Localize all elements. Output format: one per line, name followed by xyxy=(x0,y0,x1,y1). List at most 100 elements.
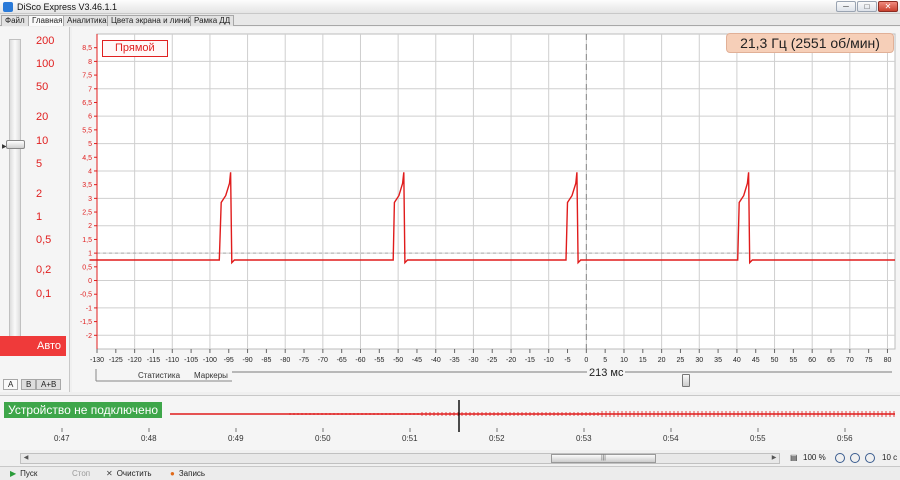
scale-option-0-5[interactable]: 0,5 xyxy=(36,234,51,246)
y-tick-label: 5,5 xyxy=(82,127,92,134)
plot-background xyxy=(96,33,896,350)
x-tick-label: -40 xyxy=(431,357,441,364)
x-tick-label: 70 xyxy=(846,357,854,364)
timeline-tick: 0:54 xyxy=(663,434,679,443)
play-icon: ▶ xyxy=(10,469,17,478)
x-tick-label: 25 xyxy=(677,357,685,364)
x-tick-label: -35 xyxy=(450,357,460,364)
scale-option-100[interactable]: 100 xyxy=(36,58,54,70)
time-scale-rule xyxy=(95,369,892,382)
x-tick-label: -30 xyxy=(468,357,478,364)
x-tick-label: 75 xyxy=(865,357,873,364)
scale-slider-track[interactable] xyxy=(9,39,21,349)
maximize-button[interactable]: □ xyxy=(857,1,877,12)
window-seconds: 10 с xyxy=(882,453,898,462)
x-tick-label: 20 xyxy=(658,357,666,364)
timeline-tick: 0:47 xyxy=(54,434,70,443)
y-tick-label: 7,5 xyxy=(82,73,92,80)
zoom-fit-icon[interactable] xyxy=(865,453,875,467)
x-tick-label: 60 xyxy=(808,357,816,364)
scale-option-1[interactable]: 1 xyxy=(36,211,42,223)
x-tick-label: 55 xyxy=(789,357,797,364)
channel-tab-b[interactable]: B xyxy=(21,379,37,390)
tab-frame[interactable]: Рамка ДД xyxy=(190,15,235,26)
clear-button[interactable]: ✕ Очистить xyxy=(106,468,152,480)
scale-panel: ▶ 200 100 50 20 10 5 2 1 0,5 0,2 0,1 Авт… xyxy=(0,27,70,392)
channel-tab-a[interactable]: A xyxy=(3,379,19,390)
x-tick-label: -100 xyxy=(203,357,217,364)
auto-scale-button[interactable]: Авто xyxy=(0,336,66,356)
x-tick-label: -45 xyxy=(412,357,422,364)
scale-option-10[interactable]: 10 xyxy=(36,135,48,147)
scroll-left-icon[interactable]: ◀ xyxy=(21,454,31,463)
x-tick-label: 30 xyxy=(695,357,703,364)
oscillogram-chart[interactable]: -130 -125 -120 -115 -110 -105 -100 -95 -90 -85 -80… xyxy=(72,27,900,373)
zoom-in-icon[interactable] xyxy=(850,453,860,467)
x-tick-label: -120 xyxy=(128,357,142,364)
x-tick-label: 35 xyxy=(714,357,722,364)
y-tick-label: 7 xyxy=(88,86,92,93)
scale-option-50[interactable]: 50 xyxy=(36,81,48,93)
y-tick-label: 8 xyxy=(88,59,92,66)
x-tick-label: -85 xyxy=(261,357,271,364)
timeline-tick: 0:50 xyxy=(315,434,331,443)
scale-option-0-1[interactable]: 0,1 xyxy=(36,288,51,300)
y-tick-label: 2 xyxy=(88,223,92,230)
tab-colors[interactable]: Цвета экрана и линий xyxy=(107,15,197,26)
close-button[interactable]: ✕ xyxy=(878,1,898,12)
time-scale-label: 213 мс xyxy=(587,367,626,379)
clear-label: Очистить xyxy=(116,469,152,478)
oscillogram-area[interactable]: -130 -125 -120 -115 -110 -105 -100 -95 -90 -85 -80… xyxy=(72,27,900,392)
tab-file[interactable]: Файл xyxy=(1,15,29,26)
start-label: Пуск xyxy=(20,469,38,478)
x-tick-label: -130 xyxy=(90,357,104,364)
recording-timeline[interactable]: Устройство не подключено 0:47 0:48 0:49 … xyxy=(0,395,900,450)
zoom-out-icon[interactable] xyxy=(835,453,845,467)
window-title: DiSco Express V3.46.1.1 xyxy=(17,2,118,12)
timeline-tick: 0:56 xyxy=(837,434,853,443)
scale-option-200[interactable]: 200 xyxy=(36,35,54,47)
x-tick-label: -80 xyxy=(280,357,290,364)
timeline-tick: 0:48 xyxy=(141,434,157,443)
scale-slider-thumb[interactable] xyxy=(6,140,25,149)
stop-button[interactable]: Стоп xyxy=(72,468,90,480)
minimize-button[interactable]: ─ xyxy=(836,1,856,12)
x-tick-label: -55 xyxy=(374,357,384,364)
channel-tab-a-plus-b[interactable]: A+B xyxy=(36,379,62,390)
time-scale-slider-thumb[interactable] xyxy=(682,374,690,387)
scale-option-2[interactable]: 2 xyxy=(36,188,42,200)
y-tick-label: -0,5 xyxy=(80,292,92,299)
x-tick-label: -95 xyxy=(224,357,234,364)
app-logo-icon xyxy=(3,2,13,12)
record-label: Запись xyxy=(178,469,206,478)
y-tick-label: 0,5 xyxy=(82,264,92,271)
timeline-scroll-thumb[interactable]: ||| xyxy=(551,454,656,463)
x-tick-label: 65 xyxy=(827,357,835,364)
x-tick-label: 80 xyxy=(884,357,892,364)
ribbon-tabs: Файл Главная Аналитика Цвета экрана и ли… xyxy=(0,14,900,26)
x-tick-label: 0 xyxy=(584,357,588,364)
page-icon[interactable]: ▤ xyxy=(790,452,798,464)
zoom-percent: 100 % xyxy=(803,453,826,462)
clear-icon: ✕ xyxy=(106,469,113,478)
start-button[interactable]: ▶ Пуск xyxy=(10,468,37,480)
timeline-scrollbar[interactable]: ◀ ||| ▶ xyxy=(20,453,780,464)
record-button[interactable]: ● Запись xyxy=(170,468,205,480)
y-tick-label: 5 xyxy=(88,141,92,148)
x-tick-label: -125 xyxy=(109,357,123,364)
tab-home[interactable]: Главная xyxy=(28,15,67,26)
x-tick-label: 5 xyxy=(603,357,607,364)
timeline-tick: 0:51 xyxy=(402,434,418,443)
x-tick-label: -70 xyxy=(318,357,328,364)
scale-option-20[interactable]: 20 xyxy=(36,111,48,123)
x-tick-label: 15 xyxy=(639,357,647,364)
timeline-tick: 0:53 xyxy=(576,434,592,443)
mode-badge[interactable]: Прямой xyxy=(102,40,168,57)
scale-option-0-2[interactable]: 0,2 xyxy=(36,264,51,276)
tab-analytics[interactable]: Аналитика xyxy=(63,15,111,26)
zoom-controls: ▤ 100 % 10 с xyxy=(790,452,900,464)
x-tick-label: -50 xyxy=(393,357,403,364)
scroll-right-icon[interactable]: ▶ xyxy=(769,454,779,463)
y-tick-label: 6 xyxy=(88,114,92,121)
scale-option-5[interactable]: 5 xyxy=(36,158,42,170)
